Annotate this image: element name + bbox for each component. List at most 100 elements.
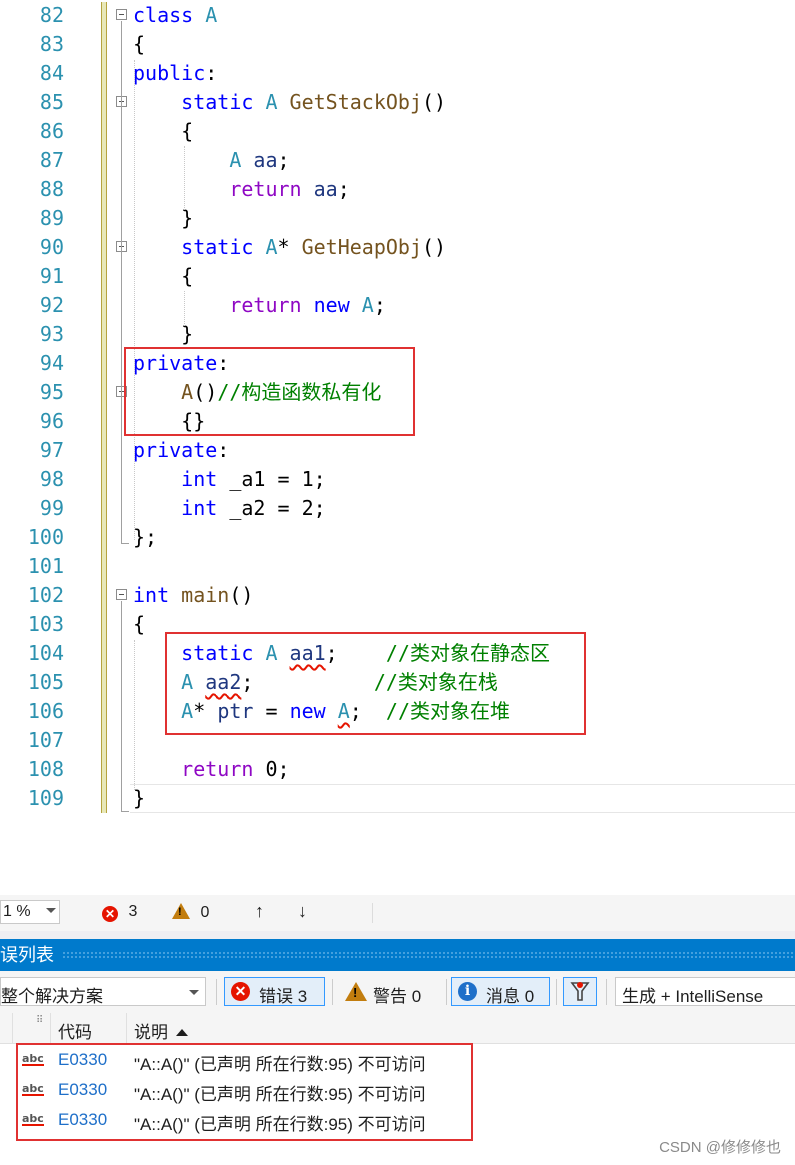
warning-count: 0	[200, 904, 210, 921]
change-tracking-bar	[101, 2, 107, 813]
outline-class	[121, 21, 122, 543]
warnings-filter-button[interactable]: ! 警告 0	[338, 977, 442, 1006]
code-line[interactable]: {	[133, 30, 145, 59]
line-number: 93	[39, 322, 64, 346]
line-number: 105	[27, 670, 64, 694]
code-line[interactable]: int _a2 = 2;	[133, 494, 326, 523]
info-icon: i	[458, 982, 477, 1001]
next-issue-button[interactable]: ↓	[298, 901, 307, 922]
column-header-description[interactable]: 说明	[134, 1018, 188, 1043]
line-number: 108	[27, 757, 64, 781]
code-token: return	[133, 757, 266, 781]
code-line[interactable]: int main()	[133, 581, 253, 610]
code-token: return	[133, 177, 314, 201]
outline-main	[121, 601, 122, 811]
chevron-down-icon	[189, 990, 199, 995]
fold-class-icon[interactable]	[116, 9, 127, 20]
filter-button[interactable]	[563, 977, 597, 1006]
code-line[interactable]: return new A;	[133, 291, 386, 320]
line-number: 90	[39, 235, 64, 259]
divider	[372, 903, 373, 923]
divider	[332, 979, 333, 1005]
code-token: A	[265, 235, 278, 259]
column-menu-icon[interactable]: ⠿	[36, 1015, 43, 1026]
code-line[interactable]: private:	[133, 436, 229, 465]
code-token: aa	[253, 148, 278, 172]
code-token: A	[361, 293, 374, 317]
arrow-up-icon: ↑	[255, 901, 264, 921]
code-line[interactable]: {	[133, 262, 193, 291]
line-number: 87	[39, 148, 64, 172]
errors-filter-label: 错误 3	[259, 987, 308, 1006]
error-icon: ✕	[231, 982, 250, 1001]
error-list-titlebar[interactable]: 误列表	[0, 939, 795, 971]
code-token: int	[133, 583, 182, 607]
code-line[interactable]: static A GetStackObj()	[133, 88, 446, 117]
code-token: A	[133, 148, 254, 172]
scope-select[interactable]: 整个解决方案	[0, 977, 206, 1006]
line-number: 102	[27, 583, 64, 607]
code-token: GetHeapObj	[301, 235, 423, 259]
error-icon: ✕	[102, 906, 118, 922]
column-divider	[126, 1013, 127, 1043]
messages-filter-button[interactable]: i 消息 0	[451, 977, 550, 1006]
chevron-down-icon	[46, 908, 56, 913]
code-line[interactable]: A aa;	[133, 146, 289, 175]
error-count-indicator[interactable]: ✕ 3	[102, 903, 137, 922]
divider	[556, 979, 557, 1005]
code-token: _a2 = 2;	[229, 496, 326, 520]
warning-count-indicator[interactable]: ! 0	[172, 903, 209, 922]
line-number: 89	[39, 206, 64, 230]
code-line[interactable]: static A* GetHeapObj()	[133, 233, 446, 262]
column-header-code[interactable]: 代码	[58, 1018, 92, 1043]
code-token: ()	[422, 235, 447, 259]
panel-splitter[interactable]	[0, 931, 795, 939]
divider	[606, 979, 607, 1005]
code-line[interactable]: return 0;	[133, 755, 289, 784]
arrow-down-icon: ↓	[298, 901, 307, 921]
line-number: 91	[39, 264, 64, 288]
code-line[interactable]: {	[133, 610, 145, 639]
zoom-select[interactable]: 1 %	[0, 900, 60, 924]
code-token: GetStackObj	[289, 90, 422, 114]
line-number: 97	[39, 438, 64, 462]
code-line[interactable]: public:	[133, 59, 217, 88]
prev-issue-button[interactable]: ↑	[255, 901, 264, 922]
code-line[interactable]: int _a1 = 1;	[133, 465, 326, 494]
current-line-highlight	[130, 784, 795, 813]
code-line[interactable]: return aa;	[133, 175, 349, 204]
line-number: 109	[27, 786, 64, 810]
line-number: 106	[27, 699, 64, 723]
divider	[446, 979, 447, 1005]
fold-main-icon[interactable]	[116, 589, 127, 600]
code-token: *	[277, 235, 302, 259]
indent-guide	[134, 60, 135, 540]
column-header-description-label: 说明	[134, 1023, 168, 1042]
titlebar-grip	[62, 951, 795, 959]
code-line[interactable]: class A	[133, 1, 217, 30]
code-token: :	[205, 61, 218, 85]
code-token: ;	[373, 293, 386, 317]
column-divider	[50, 1013, 51, 1043]
line-number: 96	[39, 409, 64, 433]
line-number: 88	[39, 177, 64, 201]
divider	[216, 979, 217, 1005]
line-number: 86	[39, 119, 64, 143]
code-token: {	[133, 264, 194, 288]
errors-filter-button[interactable]: ✕ 错误 3	[224, 977, 325, 1006]
error-count: 3	[128, 903, 138, 920]
code-token: {	[133, 119, 194, 143]
build-source-select[interactable]: 生成 + IntelliSense	[615, 977, 795, 1006]
code-token: int	[133, 496, 230, 520]
code-token: :	[217, 438, 230, 462]
indent-guide	[184, 146, 185, 212]
code-editor[interactable]: 82 class A 83 {84 public: 85 static A GetStac…	[0, 0, 795, 895]
warning-icon: !	[345, 982, 367, 1001]
annotation-box-error-rows	[16, 1043, 473, 1141]
code-line[interactable]: {	[133, 117, 193, 146]
indent-guide	[184, 291, 185, 328]
messages-filter-label: 消息 0	[486, 987, 535, 1006]
line-number: 83	[39, 32, 64, 56]
code-line[interactable]: };	[133, 523, 157, 552]
code-token: {	[133, 612, 146, 636]
